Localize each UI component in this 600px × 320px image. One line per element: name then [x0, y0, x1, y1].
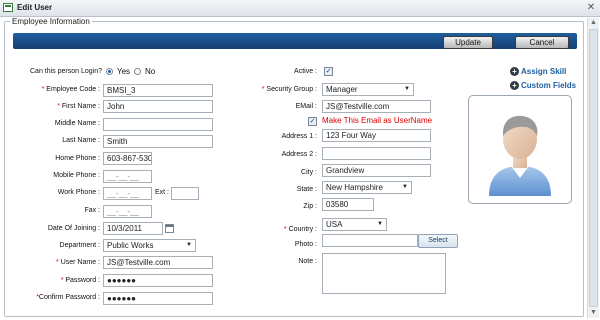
- employee-code-label: * Employee Code :: [41, 86, 100, 93]
- scroll-thumb[interactable]: [589, 29, 598, 307]
- chevron-down-icon: ▼: [377, 221, 383, 227]
- checkmark-icon: ✓: [325, 68, 332, 75]
- email-label: EMail :: [295, 103, 317, 110]
- confirm-password-input[interactable]: ●●●●●●: [103, 292, 213, 305]
- section-legend: Employee Information: [10, 17, 92, 26]
- fax-label: Fax :: [84, 207, 100, 214]
- confirm-password-label: *Confirm Password :: [36, 294, 100, 301]
- window-title: Edit User: [17, 3, 53, 12]
- middle-name-input[interactable]: [103, 118, 213, 131]
- active-checkbox[interactable]: ✓: [324, 67, 333, 76]
- country-value: USA: [326, 220, 343, 229]
- city-label: City :: [301, 169, 317, 176]
- state-select[interactable]: New Hampshire ▼: [322, 181, 412, 194]
- state-label: State :: [296, 186, 317, 193]
- plus-circle-icon[interactable]: +: [510, 81, 519, 90]
- checkmark-icon: ✓: [309, 118, 316, 125]
- first-name-label: * First Name :: [57, 103, 100, 110]
- scroll-down-icon[interactable]: ▼: [588, 308, 599, 318]
- state-value: New Hampshire: [326, 183, 383, 192]
- assign-skill-link[interactable]: Assign Skill: [521, 67, 566, 76]
- note-label: Note :: [298, 258, 317, 265]
- security-group-value: Manager: [326, 85, 358, 94]
- address1-input[interactable]: 123 Four Way: [322, 129, 431, 142]
- email-as-username-checkbox[interactable]: ✓: [308, 117, 317, 126]
- cancel-button[interactable]: Cancel: [515, 36, 569, 49]
- country-label: * Country :: [283, 226, 317, 233]
- chevron-down-icon: ▼: [186, 242, 192, 248]
- address1-label: Address 1 :: [281, 133, 317, 140]
- fax-input[interactable]: __-__-__: [103, 205, 152, 218]
- department-label: Department :: [59, 242, 100, 249]
- first-name-input[interactable]: John: [103, 100, 213, 113]
- home-phone-input[interactable]: 603-867-5309: [103, 152, 152, 165]
- address2-label: Address 2 :: [281, 151, 317, 158]
- country-select[interactable]: USA ▼: [322, 218, 387, 231]
- password-label: * Password :: [60, 277, 100, 284]
- mobile-phone-input[interactable]: __-__-__: [103, 170, 152, 183]
- email-input[interactable]: JS@Testville.com: [322, 100, 431, 113]
- zip-label: Zip :: [303, 203, 317, 210]
- date-of-joining-input[interactable]: 10/3/2011: [103, 222, 163, 235]
- close-icon[interactable]: ✕: [585, 2, 597, 13]
- update-button[interactable]: Update: [443, 36, 493, 49]
- city-input[interactable]: Grandview: [322, 164, 431, 177]
- chevron-down-icon: ▼: [404, 86, 410, 92]
- employee-code-input[interactable]: BMSI_3: [103, 84, 213, 97]
- email-as-username-label: Make This Email as UserName: [322, 116, 433, 125]
- window-titlebar: Edit User ✕: [0, 0, 600, 17]
- note-textarea[interactable]: [322, 253, 446, 294]
- chevron-down-icon: ▼: [402, 184, 408, 190]
- home-phone-label: Home Phone :: [55, 155, 100, 162]
- address2-input[interactable]: [322, 147, 431, 160]
- mobile-phone-label: Mobile Phone :: [53, 172, 100, 179]
- plus-circle-icon[interactable]: +: [510, 67, 519, 76]
- work-phone-input[interactable]: __-__-__: [103, 187, 152, 200]
- department-select[interactable]: Public Works ▼: [103, 239, 196, 252]
- zip-input[interactable]: 03580: [322, 198, 374, 211]
- last-name-label: Last Name :: [62, 137, 100, 144]
- date-of-joining-label: Date Of Joining :: [47, 225, 100, 232]
- custom-fields-link[interactable]: Custom Fields: [521, 81, 576, 90]
- photo-path-input[interactable]: [322, 234, 418, 247]
- vertical-scrollbar[interactable]: ▲ ▼: [587, 18, 599, 318]
- user-edit-icon: [3, 3, 13, 12]
- login-no-label: No: [145, 67, 156, 76]
- photo-select-button[interactable]: Select: [418, 234, 458, 248]
- login-yes-radio[interactable]: [106, 68, 113, 75]
- calendar-icon[interactable]: [165, 224, 174, 233]
- work-phone-label: Work Phone :: [57, 189, 100, 196]
- password-input[interactable]: ●●●●●●: [103, 274, 213, 287]
- middle-name-label: Middle Name :: [54, 120, 100, 127]
- login-yes-label: Yes: [117, 67, 131, 76]
- photo-label: Photo :: [294, 241, 317, 248]
- user-name-label: * User Name :: [56, 259, 100, 266]
- ext-input[interactable]: [171, 187, 199, 200]
- active-label: Active :: [294, 68, 317, 75]
- user-avatar-icon: [489, 115, 551, 196]
- ext-label: Ext :: [154, 189, 169, 196]
- security-group-select[interactable]: Manager ▼: [322, 83, 414, 96]
- last-name-input[interactable]: Smith: [103, 135, 213, 148]
- department-value: Public Works: [107, 241, 154, 250]
- login-label: Can this person Login?: [30, 68, 102, 75]
- user-name-input[interactable]: JS@Testville.com: [103, 256, 213, 269]
- user-photo: [468, 95, 572, 204]
- login-no-radio[interactable]: [134, 68, 141, 75]
- security-group-label: * Security Group :: [261, 86, 317, 93]
- scroll-up-icon[interactable]: ▲: [588, 18, 599, 28]
